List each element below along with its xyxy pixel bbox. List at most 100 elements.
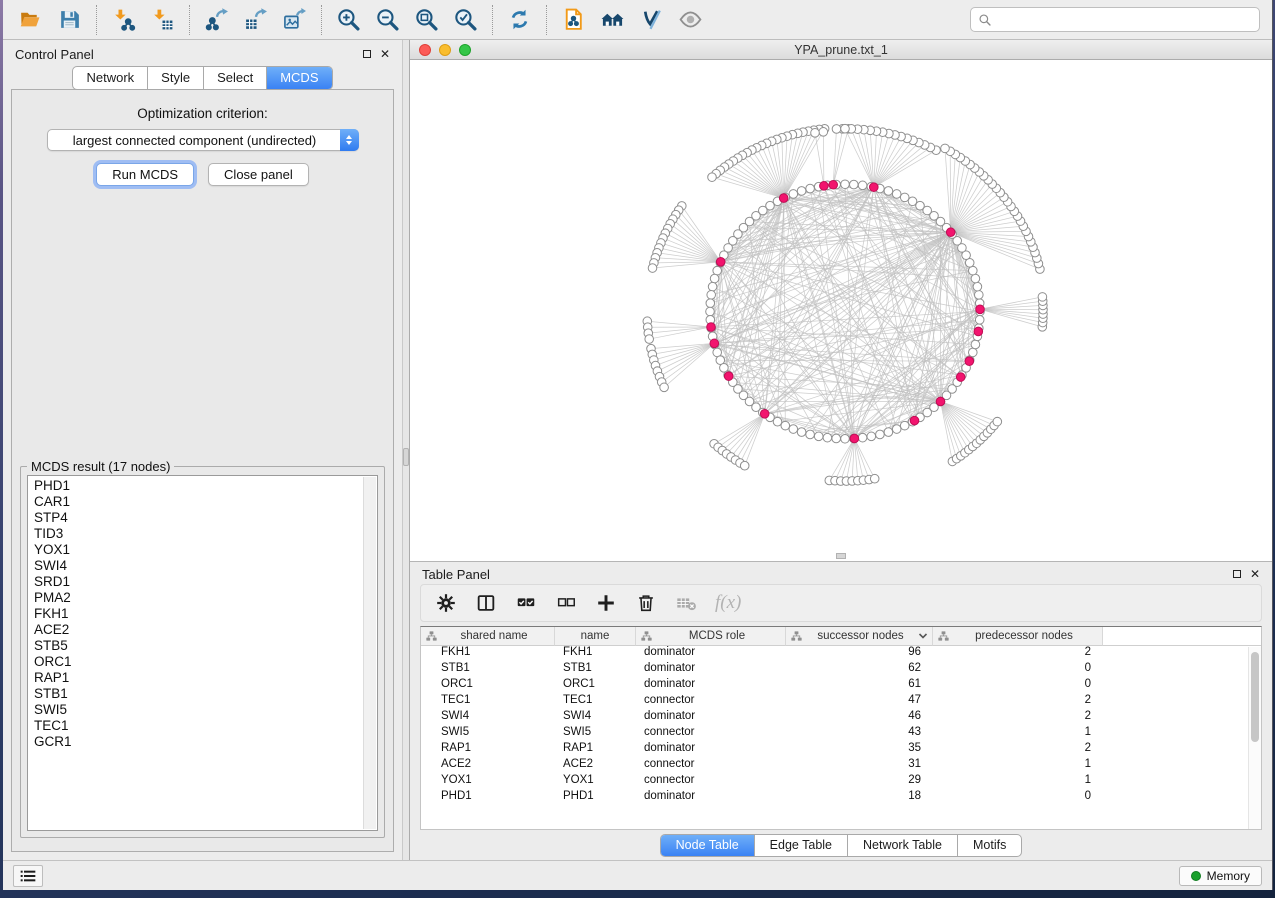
table-scrollbar[interactable]: [1248, 647, 1261, 829]
float-panel-icon[interactable]: [363, 50, 371, 58]
close-panel-button[interactable]: Close panel: [208, 163, 309, 186]
table-row[interactable]: SWI5SWI5connector431: [421, 726, 1261, 742]
table-row[interactable]: STB1STB1dominator620: [421, 662, 1261, 678]
mcds-result-item[interactable]: PMA2: [34, 590, 361, 606]
settings-icon[interactable]: [435, 592, 457, 614]
cell-MCDS-role: dominator: [636, 662, 786, 678]
column-header-shared-name[interactable]: shared name: [421, 627, 555, 646]
table-tab-motifs[interactable]: Motifs: [957, 835, 1021, 856]
tab-network[interactable]: Network: [73, 67, 147, 89]
import-table-icon[interactable]: [143, 4, 182, 36]
cell-name: SWI4: [555, 710, 636, 726]
close-table-panel-icon[interactable]: ✕: [1250, 570, 1260, 578]
table-tab-edge-table[interactable]: Edge Table: [754, 835, 847, 856]
mcds-result-item[interactable]: PHD1: [34, 478, 361, 494]
cell-predecessor-nodes: 2: [933, 646, 1103, 662]
tab-select[interactable]: Select: [203, 67, 266, 89]
tab-style[interactable]: Style: [147, 67, 203, 89]
toolbar-separator: [96, 5, 97, 35]
network-canvas[interactable]: [410, 60, 1272, 561]
table-row[interactable]: YOX1YOX1connector291: [421, 774, 1261, 790]
mcds-result-item[interactable]: SWI4: [34, 558, 361, 574]
vertical-splitter[interactable]: [402, 40, 410, 860]
mcds-result-item[interactable]: RAP1: [34, 670, 361, 686]
open-file-icon[interactable]: [11, 4, 50, 36]
table-row[interactable]: SWI4SWI4dominator462: [421, 710, 1261, 726]
float-table-panel-icon[interactable]: [1233, 570, 1241, 578]
mcds-result-item[interactable]: SWI5: [34, 702, 361, 718]
window-minimize-icon[interactable]: [439, 44, 451, 56]
mcds-result-item[interactable]: FKH1: [34, 606, 361, 622]
cell-shared-name: TEC1: [421, 694, 555, 710]
delete-column-icon[interactable]: [635, 592, 657, 614]
mcds-result-title: MCDS result (17 nodes): [27, 459, 174, 474]
mcds-result-list[interactable]: PHD1CAR1STP4TID3YOX1SWI4SRD1PMA2FKH1ACE2…: [27, 475, 378, 831]
task-history-button[interactable]: [13, 865, 43, 887]
mcds-result-item[interactable]: SRD1: [34, 574, 361, 590]
mcds-result-item[interactable]: TID3: [34, 526, 361, 542]
mcds-result-item[interactable]: GCR1: [34, 734, 361, 750]
table-row[interactable]: RAP1RAP1dominator352: [421, 742, 1261, 758]
cell-name: ORC1: [555, 678, 636, 694]
share-document-icon[interactable]: [554, 4, 593, 36]
memory-button[interactable]: Memory: [1179, 866, 1262, 886]
mcds-result-item[interactable]: ORC1: [34, 654, 361, 670]
mcds-result-item[interactable]: STP4: [34, 510, 361, 526]
mcds-result-item[interactable]: STB1: [34, 686, 361, 702]
horizontal-splitter-handle[interactable]: [836, 553, 846, 559]
table-tab-network-table[interactable]: Network Table: [847, 835, 957, 856]
table-row[interactable]: FKH1FKH1dominator962: [421, 646, 1261, 662]
scrollbar-thumb[interactable]: [1251, 652, 1259, 742]
splitter-handle[interactable]: [403, 448, 409, 466]
window-maximize-icon[interactable]: [459, 44, 471, 56]
import-network-icon[interactable]: [104, 4, 143, 36]
cell-successor-nodes: 35: [786, 742, 933, 758]
cell-predecessor-nodes: 0: [933, 790, 1103, 806]
network-graph[interactable]: [410, 60, 1272, 561]
run-mcds-button[interactable]: Run MCDS: [96, 163, 194, 186]
mcds-result-item[interactable]: YOX1: [34, 542, 361, 558]
mcds-result-item[interactable]: TEC1: [34, 718, 361, 734]
zoom-in-icon[interactable]: [329, 4, 368, 36]
columns-icon[interactable]: [475, 592, 497, 614]
close-panel-icon[interactable]: ✕: [380, 50, 390, 58]
home-icon[interactable]: [593, 4, 632, 36]
save-icon[interactable]: [50, 4, 89, 36]
list-scrollbar[interactable]: [363, 477, 376, 829]
zoom-selected-icon[interactable]: [446, 4, 485, 36]
function-builder-icon: f(x): [715, 592, 741, 614]
column-header-successor-nodes[interactable]: successor nodes: [786, 627, 933, 646]
cell-shared-name: SWI5: [421, 726, 555, 742]
window-close-icon[interactable]: [419, 44, 431, 56]
mcds-result-item[interactable]: CAR1: [34, 494, 361, 510]
hide-selected-icon[interactable]: [632, 4, 671, 36]
table-tab-node-table[interactable]: Node Table: [661, 835, 754, 856]
deselect-all-icon[interactable]: [555, 592, 577, 614]
refresh-icon[interactable]: [500, 4, 539, 36]
cell-predecessor-nodes: 0: [933, 678, 1103, 694]
column-header-predecessor-nodes[interactable]: predecessor nodes: [933, 627, 1103, 646]
mcds-result-item[interactable]: ACE2: [34, 622, 361, 638]
export-image-icon[interactable]: [275, 4, 314, 36]
show-hidden-icon: [671, 4, 710, 36]
table-row[interactable]: ACE2ACE2connector311: [421, 758, 1261, 774]
table-row[interactable]: PHD1PHD1dominator180: [421, 790, 1261, 806]
main-region: Control Panel ✕ NetworkStyleSelectMCDS O…: [3, 40, 1272, 860]
select-all-icon[interactable]: [515, 592, 537, 614]
zoom-out-icon[interactable]: [368, 4, 407, 36]
tab-mcds[interactable]: MCDS: [266, 67, 331, 89]
export-table-icon[interactable]: [236, 4, 275, 36]
add-column-icon[interactable]: [595, 592, 617, 614]
criterion-select[interactable]: largest connected component (undirected): [47, 129, 359, 151]
export-network-icon[interactable]: [197, 4, 236, 36]
column-header-name[interactable]: name: [555, 627, 636, 646]
control-panel: Control Panel ✕ NetworkStyleSelectMCDS O…: [3, 40, 402, 860]
zoom-fit-icon[interactable]: [407, 4, 446, 36]
mcds-result-group: MCDS result (17 nodes) PHD1CAR1STP4TID3Y…: [20, 466, 385, 838]
search-input[interactable]: [997, 9, 1259, 30]
control-panel-title: Control Panel: [15, 47, 94, 62]
column-header-MCDS-role[interactable]: MCDS role: [636, 627, 786, 646]
mcds-result-item[interactable]: STB5: [34, 638, 361, 654]
table-row[interactable]: ORC1ORC1dominator610: [421, 678, 1261, 694]
table-row[interactable]: TEC1TEC1connector472: [421, 694, 1261, 710]
